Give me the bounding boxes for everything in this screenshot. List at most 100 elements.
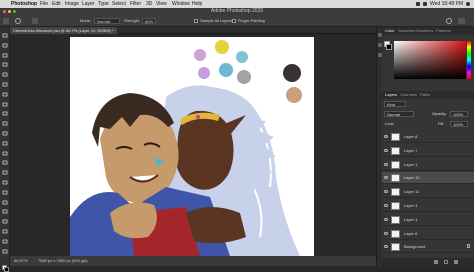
finger-painting-checkbox[interactable] <box>232 19 236 23</box>
layer-row[interactable]: Layer 1 <box>382 159 474 171</box>
eyedropper-tool-icon[interactable] <box>2 92 8 97</box>
layer-name[interactable]: Layer 4 <box>404 214 417 226</box>
healing-tool-icon[interactable] <box>2 102 8 107</box>
quick-mask-icon[interactable] <box>2 249 8 254</box>
minimize-icon[interactable] <box>8 10 11 13</box>
eye-icon[interactable] <box>384 148 388 152</box>
gradient-tool-icon[interactable] <box>2 151 8 156</box>
path-select-tool-icon[interactable] <box>2 200 8 205</box>
layer-row[interactable]: Layer 8 <box>382 131 474 143</box>
opacity-input[interactable]: 100% <box>450 111 468 117</box>
menu-layer[interactable]: Layer <box>82 0 95 8</box>
stamp-tool-icon[interactable] <box>2 121 8 126</box>
tab-layers[interactable]: Layers <box>385 91 397 99</box>
tab-swatches[interactable]: Swatches <box>398 27 415 35</box>
eye-icon[interactable] <box>384 162 388 166</box>
menu-app-name[interactable]: Photoshop <box>11 0 37 8</box>
menu-window[interactable]: Window <box>172 0 190 8</box>
strength-input[interactable]: 80% <box>142 18 156 24</box>
menu-image[interactable]: Image <box>65 0 79 8</box>
tab-paths[interactable]: Paths <box>420 91 430 99</box>
edit-toolbar-icon[interactable] <box>2 239 8 244</box>
tab-channels[interactable]: Channels <box>400 91 417 99</box>
layer-row[interactable]: Layer 11 <box>382 186 474 199</box>
menu-help[interactable]: Help <box>192 0 202 8</box>
wifi-icon[interactable] <box>416 2 421 6</box>
move-tool-icon[interactable] <box>2 33 8 38</box>
menu-view[interactable]: View <box>156 0 167 8</box>
brush-tool-icon[interactable] <box>2 111 8 116</box>
close-icon[interactable] <box>3 10 6 13</box>
layer-name[interactable]: Background <box>404 241 425 253</box>
pen-tool-icon[interactable] <box>2 180 8 185</box>
smudge-tool-icon[interactable] <box>3 18 9 24</box>
lasso-tool-icon[interactable] <box>2 53 8 58</box>
background-color-swatch[interactable] <box>4 267 9 272</box>
layer-name[interactable]: Layer 7 <box>404 145 417 157</box>
frame-tool-icon[interactable] <box>2 82 8 87</box>
clock[interactable]: Wed 10:48 PM <box>430 0 463 8</box>
eye-icon[interactable] <box>384 135 388 138</box>
battery-icon[interactable] <box>423 2 428 6</box>
trash-icon[interactable] <box>454 260 458 264</box>
new-layer-icon[interactable] <box>444 260 448 264</box>
eye-icon[interactable] <box>384 231 388 235</box>
menu-select[interactable]: Select <box>112 0 126 8</box>
layer-row[interactable]: Layer 6 <box>382 228 474 240</box>
tab-color[interactable]: Color <box>385 27 395 35</box>
hand-tool-icon[interactable] <box>2 219 8 224</box>
shape-tool-icon[interactable] <box>2 209 8 214</box>
layer-name[interactable]: Layer 12 <box>404 172 420 184</box>
workspace-icon[interactable] <box>458 18 465 24</box>
mode-select[interactable]: Normal <box>94 18 120 24</box>
layer-kind-filter[interactable]: Kind <box>384 101 406 107</box>
zoom-tool-icon[interactable] <box>2 229 8 234</box>
zoom-level[interactable]: 66.67% <box>14 256 28 266</box>
dodge-tool-icon[interactable] <box>2 170 8 175</box>
layer-row[interactable]: Layer 12 <box>382 172 474 185</box>
document-canvas[interactable] <box>70 37 314 256</box>
layer-name[interactable]: Layer 6 <box>404 228 417 240</box>
menu-filter[interactable]: Filter <box>130 0 141 8</box>
layer-row[interactable]: Layer 4 <box>382 214 474 226</box>
brush-preset-icon[interactable] <box>15 18 21 24</box>
maximize-icon[interactable] <box>13 10 16 13</box>
tab-gradients[interactable]: Gradients <box>416 27 433 35</box>
layer-row[interactable]: Background <box>382 241 474 254</box>
eye-icon[interactable] <box>384 176 388 180</box>
smudge-tool-icon[interactable] <box>2 160 8 165</box>
eye-icon[interactable] <box>384 245 388 249</box>
tab-patterns[interactable]: Patterns <box>436 27 451 35</box>
crop-tool-icon[interactable] <box>2 72 8 77</box>
layer-name[interactable]: Layer 1 <box>404 159 417 171</box>
search-icon[interactable] <box>466 2 470 6</box>
search-icon[interactable] <box>446 18 452 24</box>
layer-name[interactable]: Layer 8 <box>404 131 417 143</box>
hue-slider[interactable] <box>467 41 471 79</box>
menu-3d[interactable]: 3D <box>146 0 152 8</box>
color-picker-field[interactable] <box>394 41 466 79</box>
menu-type[interactable]: Type <box>98 0 109 8</box>
layer-row[interactable]: Layer 3 <box>382 200 474 212</box>
sample-all-layers-checkbox[interactable] <box>194 19 198 23</box>
layer-name[interactable]: Layer 3 <box>404 200 417 212</box>
menu-file[interactable]: File <box>40 0 48 8</box>
layer-row[interactable]: Layer 7 <box>382 145 474 157</box>
eye-icon[interactable] <box>384 190 388 194</box>
marquee-tool-icon[interactable] <box>2 43 8 48</box>
menu-edit[interactable]: Edit <box>52 0 61 8</box>
layer-name[interactable]: Layer 11 <box>404 186 419 198</box>
fill-input[interactable]: 100% <box>450 121 468 127</box>
quick-select-tool-icon[interactable] <box>2 62 8 67</box>
brush-settings-icon[interactable] <box>32 18 38 24</box>
document-tab[interactable]: Cheesit kiss Allurance.psd @ 66.7% (Laye… <box>10 27 117 34</box>
blend-mode-select[interactable]: Normal <box>384 111 414 117</box>
history-brush-tool-icon[interactable] <box>2 131 8 136</box>
eye-icon[interactable] <box>384 217 388 221</box>
type-tool-icon[interactable] <box>2 190 8 195</box>
background-color-chip[interactable] <box>386 44 392 50</box>
new-group-icon[interactable] <box>434 260 438 264</box>
eye-icon[interactable] <box>384 204 388 207</box>
eraser-tool-icon[interactable] <box>2 141 8 146</box>
lock-icon[interactable] <box>467 244 470 249</box>
